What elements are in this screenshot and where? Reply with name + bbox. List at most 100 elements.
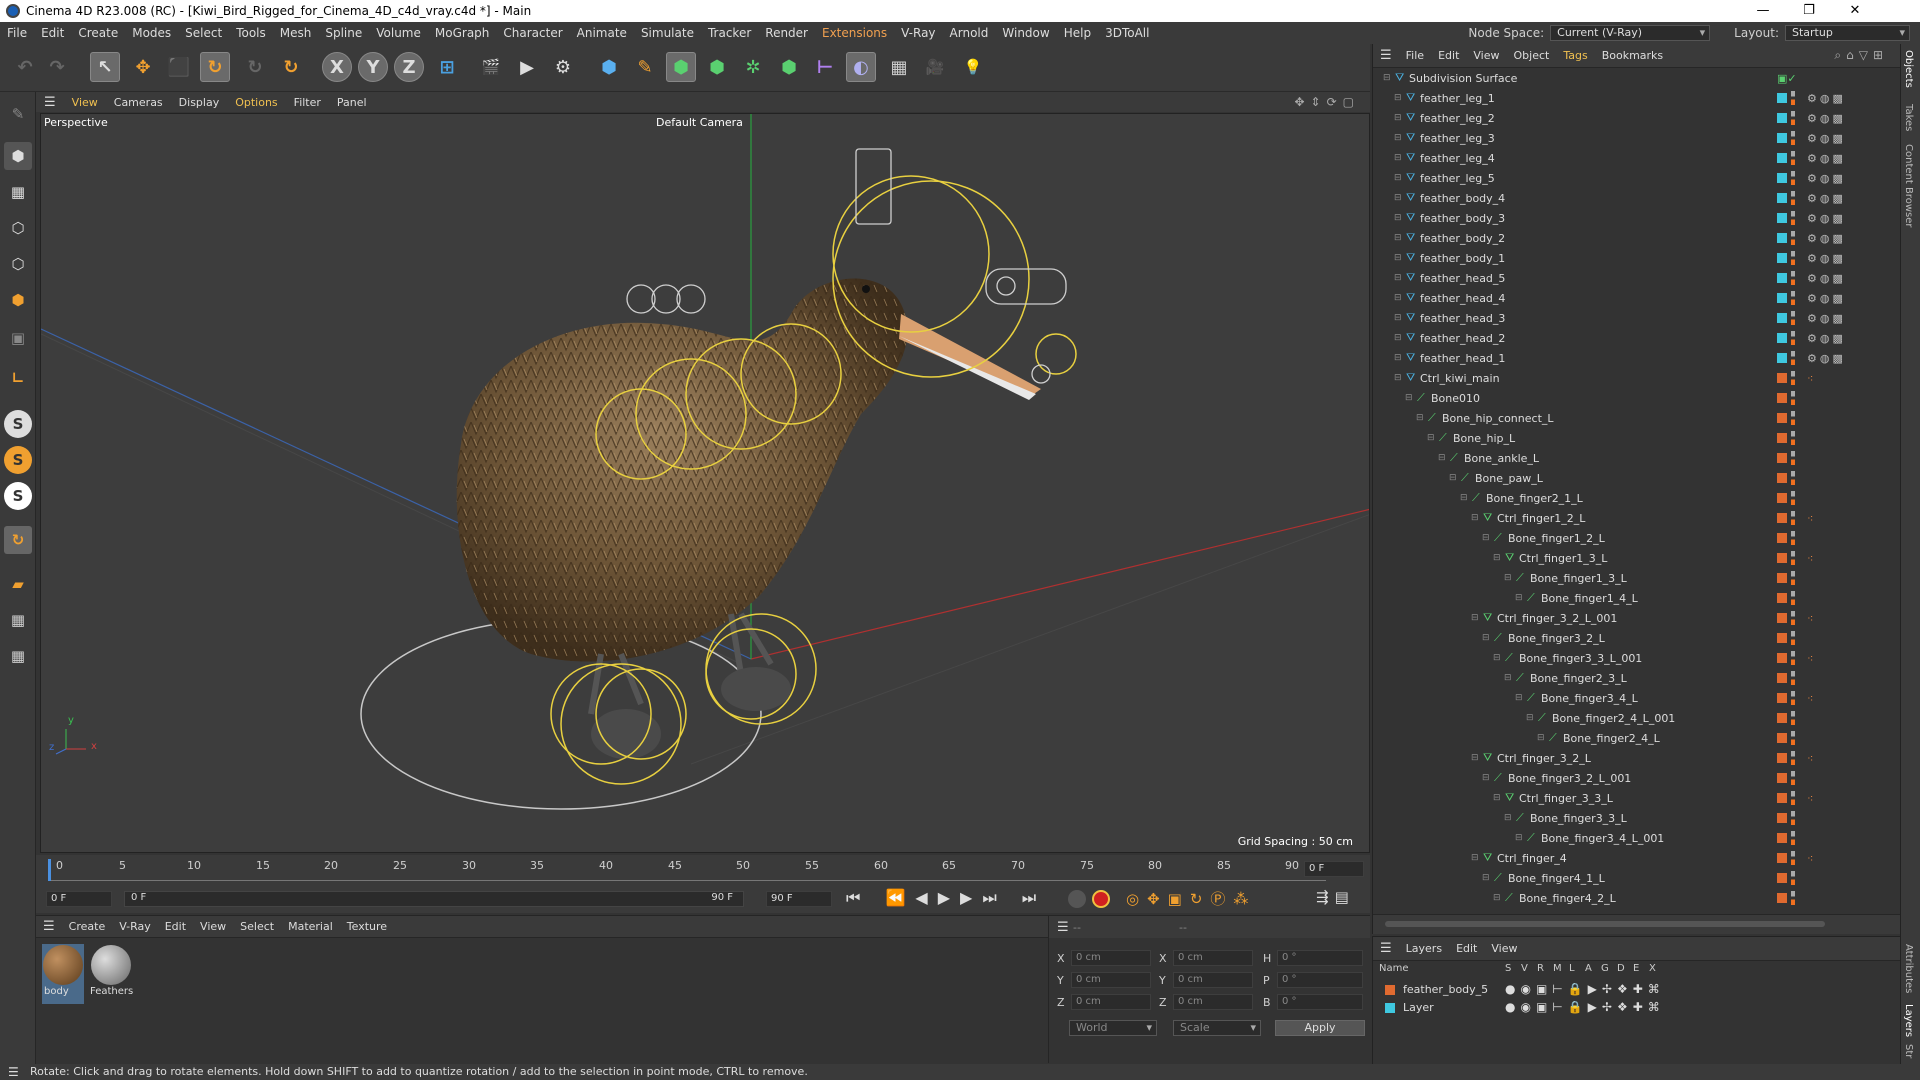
axis-mode-icon[interactable]: ∟	[4, 364, 32, 392]
menu-extensions[interactable]: Extensions	[815, 26, 894, 40]
object-row[interactable]: ⊟ ⛛ Ctrl_kiwi_main ⁖	[1373, 368, 1901, 388]
render-view-icon[interactable]: ▶	[512, 52, 542, 82]
expand-toggle-icon[interactable]: ⊟	[1482, 633, 1490, 643]
object-name[interactable]: Bone_hip_connect_L	[1442, 412, 1554, 425]
object-name[interactable]: feather_head_1	[1420, 352, 1505, 365]
expand-toggle-icon[interactable]: ⊟	[1416, 413, 1424, 423]
object-name[interactable]: feather_leg_2	[1420, 112, 1495, 125]
layer-color-swatch[interactable]	[1777, 613, 1787, 623]
object-name[interactable]: feather_body_1	[1420, 252, 1505, 265]
size-x-field[interactable]: 0 cm	[1173, 950, 1253, 966]
visibility-toggle[interactable]	[1791, 231, 1795, 245]
camera-icon[interactable]: 🎥	[920, 52, 950, 82]
material-menu-material[interactable]: Material	[281, 920, 340, 933]
visibility-toggle[interactable]	[1791, 111, 1795, 125]
polygons-mode-icon[interactable]: ⬢	[4, 286, 32, 314]
layer-color-swatch[interactable]	[1777, 673, 1787, 683]
size-mode-select[interactable]: Scale	[1173, 1020, 1261, 1036]
visibility-toggle[interactable]	[1791, 551, 1795, 565]
tag-icons[interactable]: ⚙◍▩	[1807, 252, 1846, 265]
expand-toggle-icon[interactable]: ⊟	[1394, 113, 1402, 123]
expand-toggle-icon[interactable]: ⊟	[1504, 813, 1512, 823]
menu-volume[interactable]: Volume	[369, 26, 428, 40]
constraint-tag-icon[interactable]: ⁖	[1807, 612, 1813, 625]
object-row[interactable]: ⊟ ⛛ feather_leg_3 ⚙◍▩	[1373, 128, 1901, 148]
layer-color-swatch[interactable]	[1777, 473, 1787, 483]
layer-menu-edit[interactable]: Edit	[1449, 942, 1484, 955]
edges-mode-icon[interactable]: ⬡	[4, 250, 32, 278]
expand-toggle-icon[interactable]: ⊟	[1449, 473, 1457, 483]
tag-icons[interactable]: ⚙◍▩	[1807, 352, 1846, 365]
object-search-icons[interactable]: ⌕⌂▽⊞	[1834, 48, 1888, 63]
menu-tools[interactable]: Tools	[229, 26, 273, 40]
object-row[interactable]: ⊟ ⟋ Bone_finger1_4_L	[1373, 588, 1901, 608]
object-row[interactable]: ⊟ ⟋ Bone_hip_connect_L	[1373, 408, 1901, 428]
viewport-menu-options[interactable]: Options	[227, 96, 285, 109]
material-body[interactable]: body	[42, 944, 84, 1004]
expand-toggle-icon[interactable]: ⊟	[1394, 193, 1402, 203]
layer-color-swatch[interactable]	[1777, 293, 1787, 303]
object-row[interactable]: ⊟ ⛛ feather_head_5 ⚙◍▩	[1373, 268, 1901, 288]
object-name[interactable]: feather_head_4	[1420, 292, 1505, 305]
layer-color-swatch[interactable]	[1777, 593, 1787, 603]
object-name[interactable]: Bone_finger3_2_L_001	[1508, 772, 1631, 785]
tag-icons[interactable]: ⚙◍▩	[1807, 332, 1846, 345]
expand-toggle-icon[interactable]: ⊟	[1471, 853, 1479, 863]
coordinate-system-icon[interactable]: ⊞	[432, 52, 462, 82]
object-name[interactable]: Ctrl_kiwi_main	[1420, 372, 1500, 385]
object-row[interactable]: ⊟ ⛛ feather_head_3 ⚙◍▩	[1373, 308, 1901, 328]
make-editable-icon[interactable]: ✎	[4, 100, 32, 128]
visibility-toggle[interactable]	[1791, 511, 1795, 525]
viewport-menu-filter[interactable]: Filter	[286, 96, 329, 109]
material-menu-select[interactable]: Select	[233, 920, 281, 933]
layer-row[interactable]: feather_body_5 ●◉▣⊢🔒▶✢❖✚⌘	[1373, 981, 1901, 999]
object-menu-file[interactable]: File	[1399, 49, 1431, 62]
visibility-toggle[interactable]	[1791, 311, 1795, 325]
pen-icon[interactable]: ✎	[630, 52, 660, 82]
expand-toggle-icon[interactable]: ⊟	[1394, 353, 1402, 363]
object-name[interactable]: Bone_finger3_2_L	[1508, 632, 1605, 645]
object-name[interactable]: feather_body_2	[1420, 232, 1505, 245]
tag-icons[interactable]: ⚙◍▩	[1807, 292, 1846, 305]
object-row[interactable]: ⊟ ⟋ Bone_finger3_4_L ⁖	[1373, 688, 1901, 708]
menu-render[interactable]: Render	[758, 26, 815, 40]
expand-toggle-icon[interactable]: ⊟	[1394, 173, 1402, 183]
expand-toggle-icon[interactable]: ⊟	[1537, 733, 1545, 743]
constraint-tag-icon[interactable]: ⁖	[1807, 852, 1813, 865]
object-row[interactable]: ⊟ ⟋ Bone_paw_L	[1373, 468, 1901, 488]
node-space-select[interactable]: Current (V-Ray)	[1550, 25, 1711, 41]
constraint-tag-icon[interactable]: ⁖	[1807, 752, 1813, 765]
material-menu-vray[interactable]: V-Ray	[112, 920, 158, 933]
object-row[interactable]: ⊟ ⟋ Bone_finger1_3_L	[1373, 568, 1901, 588]
object-name[interactable]: feather_body_3	[1420, 212, 1505, 225]
layer-color-swatch[interactable]	[1777, 253, 1787, 263]
model-mode-icon[interactable]: ⬢	[4, 142, 32, 170]
visibility-toggle[interactable]	[1791, 171, 1795, 185]
render-region-icon[interactable]: 🎬	[476, 52, 506, 82]
expand-toggle-icon[interactable]: ⊟	[1471, 513, 1479, 523]
tab-content-browser[interactable]: Content Browser	[1903, 144, 1914, 227]
expand-toggle-icon[interactable]: ⊟	[1394, 373, 1402, 383]
layer-color-swatch[interactable]	[1777, 453, 1787, 463]
constraint-tag-icon[interactable]: ⁖	[1807, 792, 1813, 805]
object-name[interactable]: Ctrl_finger1_3_L	[1519, 552, 1607, 565]
object-row[interactable]: ⊟ ⛛ feather_leg_2 ⚙◍▩	[1373, 108, 1901, 128]
autokey-record-icon[interactable]	[1092, 890, 1110, 908]
key-mode-icons[interactable]: ◎✥▣↻Ⓟ⁂	[1126, 888, 1256, 909]
hamburger-icon[interactable]: ☰	[1373, 941, 1399, 956]
hamburger-icon[interactable]: ☰	[36, 919, 62, 934]
texture-mode-icon[interactable]: ▦	[4, 178, 32, 206]
viewport-menu-cameras[interactable]: Cameras	[106, 96, 171, 109]
layer-color-swatch[interactable]	[1777, 753, 1787, 763]
field-icon[interactable]: ◐	[846, 52, 876, 82]
layer-color-swatch[interactable]	[1777, 713, 1787, 723]
viewport-menu-panel[interactable]: Panel	[329, 96, 375, 109]
object-menu-bookmarks[interactable]: Bookmarks	[1595, 49, 1670, 62]
expand-toggle-icon[interactable]: ⊟	[1394, 253, 1402, 263]
object-row[interactable]: ⊟ ⟋ Bone_finger2_4_L	[1373, 728, 1901, 748]
object-name[interactable]: Bone_finger1_2_L	[1508, 532, 1605, 545]
object-name[interactable]: Ctrl_finger_4	[1497, 852, 1567, 865]
layer-menu-layers[interactable]: Layers	[1399, 942, 1449, 955]
expand-toggle-icon[interactable]: ⊟	[1515, 593, 1523, 603]
constraint-tag-icon[interactable]: ⁖	[1807, 652, 1813, 665]
